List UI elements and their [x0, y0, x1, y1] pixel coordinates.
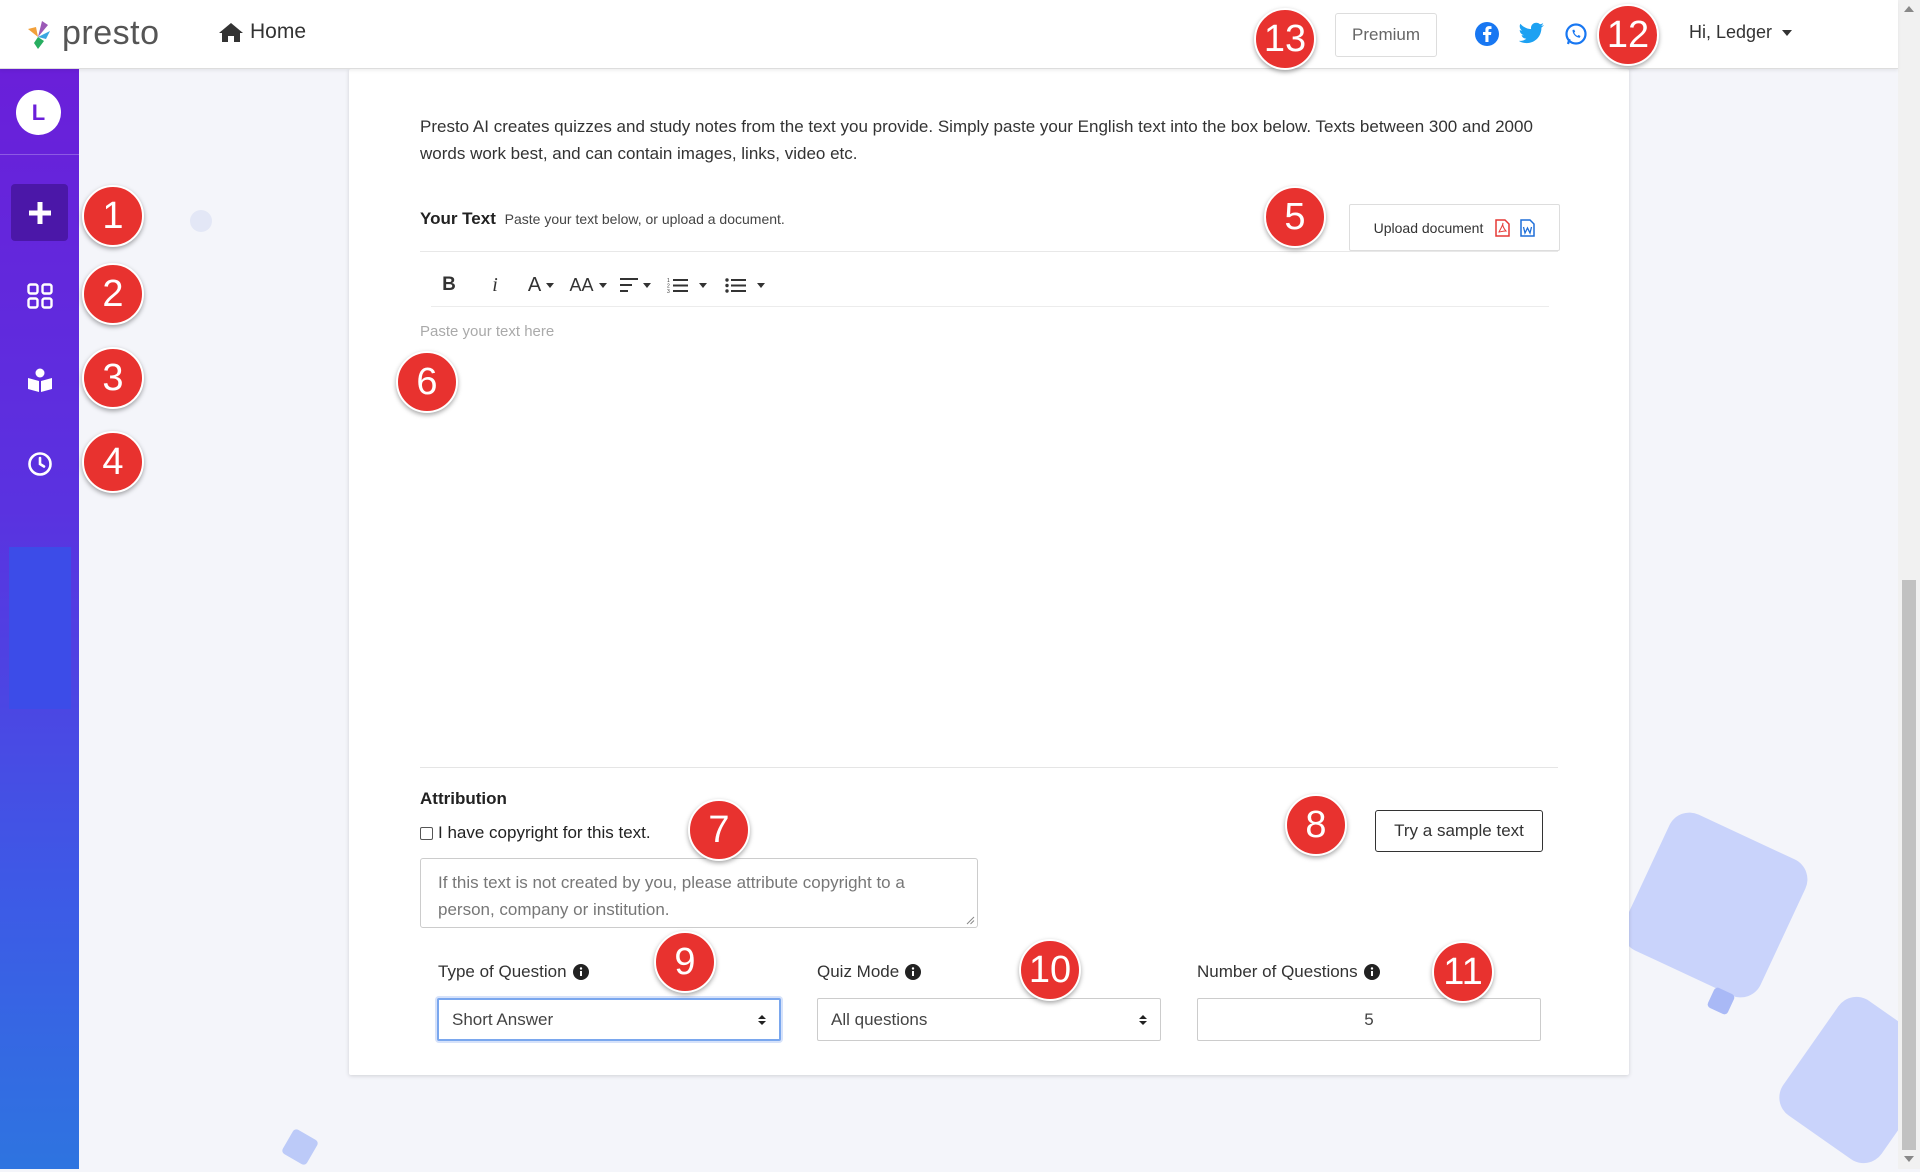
- quiz-mode-label: Quiz Mode: [817, 962, 922, 982]
- bullet-list-button[interactable]: [721, 267, 769, 303]
- quiz-mode-label-text: Quiz Mode: [817, 962, 900, 981]
- your-text-heading: Your Text Paste your text below, or uplo…: [420, 209, 785, 229]
- upload-document-button[interactable]: Upload document: [1349, 204, 1560, 251]
- pdf-file-icon[interactable]: [1495, 218, 1511, 237]
- intro-text: Presto AI creates quizzes and study note…: [420, 117, 1533, 163]
- font-size-button[interactable]: AA: [569, 267, 607, 303]
- book-reader-icon: [27, 368, 52, 392]
- annotation-badge: 2: [82, 263, 144, 325]
- select-arrows-icon: [758, 1014, 766, 1025]
- bold-button[interactable]: B: [431, 267, 467, 303]
- main-card: Presto AI creates quizzes and study note…: [349, 69, 1629, 1075]
- num-questions-label-text: Number of Questions: [1197, 962, 1358, 981]
- question-type-label: Type of Question: [438, 962, 589, 982]
- num-questions-input[interactable]: 5: [1197, 998, 1541, 1041]
- sidebar-item-create[interactable]: [11, 184, 68, 241]
- select-arrows-icon: [1139, 1014, 1147, 1025]
- whatsapp-icon[interactable]: [1564, 22, 1588, 51]
- annotation-badge: 6: [396, 351, 458, 413]
- facebook-icon[interactable]: [1475, 22, 1499, 51]
- word-file-icon[interactable]: [1520, 218, 1536, 237]
- info-icon[interactable]: [572, 964, 589, 980]
- font-size-label: AA: [569, 274, 594, 295]
- quiz-mode-value: All questions: [831, 1009, 928, 1029]
- italic-button[interactable]: i: [477, 267, 513, 303]
- avatar[interactable]: L: [16, 90, 61, 135]
- editor-toolbar: B i A AA 123: [431, 265, 779, 305]
- user-greeting: Hi, Ledger: [1689, 22, 1773, 42]
- info-icon[interactable]: [905, 964, 922, 980]
- annotation-badge: 8: [1285, 794, 1347, 856]
- home-label: Home: [250, 20, 307, 43]
- quiz-mode-select[interactable]: All questions: [817, 998, 1161, 1041]
- editor-bottom-divider: [420, 767, 1558, 768]
- copyright-checkbox-row[interactable]: I have copyright for this text.: [420, 823, 651, 843]
- presto-logo[interactable]: presto: [24, 14, 160, 53]
- copyright-checkbox[interactable]: [420, 826, 433, 840]
- vertical-scrollbar[interactable]: [1898, 0, 1920, 1169]
- editor-placeholder: Paste your text here: [420, 323, 555, 340]
- svg-text:3: 3: [667, 289, 670, 293]
- sidebar-highlight-panel: [9, 547, 71, 709]
- attribution-label: Attribution: [420, 789, 507, 808]
- scroll-thumb[interactable]: [1902, 580, 1916, 1150]
- annotation-badge: 12: [1597, 4, 1659, 66]
- upload-label: Upload document: [1373, 219, 1484, 236]
- presto-logo-icon: [28, 20, 50, 49]
- annotation-badge: 13: [1254, 8, 1316, 70]
- sidebar-item-library[interactable]: [11, 351, 68, 408]
- num-questions-label: Number of Questions: [1197, 962, 1380, 982]
- try-sample-text-button[interactable]: Try a sample text: [1375, 810, 1543, 852]
- question-type-label-text: Type of Question: [438, 962, 567, 981]
- plus-icon: [28, 201, 51, 224]
- annotation-badge: 1: [82, 185, 144, 247]
- bullet-list-icon: [725, 278, 746, 293]
- scroll-up-icon[interactable]: [1904, 6, 1914, 12]
- decorative-shape: [190, 210, 212, 232]
- decorative-shape: [280, 1127, 320, 1167]
- sidebar: L: [0, 69, 79, 1169]
- premium-button[interactable]: Premium: [1335, 13, 1437, 57]
- your-text-label: Your Text: [420, 209, 496, 228]
- home-link[interactable]: Home: [218, 20, 306, 44]
- question-type-value: Short Answer: [452, 1009, 554, 1029]
- text-editor[interactable]: Paste your text here: [420, 323, 1558, 743]
- twitter-icon[interactable]: [1518, 22, 1545, 49]
- editor-divider: [420, 251, 1558, 252]
- ordered-list-button[interactable]: 123: [663, 267, 711, 303]
- annotation-badge: 3: [82, 347, 144, 409]
- question-type-select[interactable]: Short Answer: [437, 998, 781, 1041]
- annotation-badge: 4: [82, 431, 144, 493]
- home-icon: [219, 23, 243, 42]
- chevron-down-icon: [1782, 29, 1793, 36]
- info-icon[interactable]: [1363, 964, 1380, 980]
- font-color-button[interactable]: A: [523, 267, 559, 303]
- decorative-shape: [1615, 805, 1815, 1005]
- annotation-badge: 7: [688, 799, 750, 861]
- scroll-down-icon[interactable]: [1904, 1156, 1914, 1162]
- annotation-badge: 11: [1432, 941, 1494, 1003]
- font-color-label: A: [527, 273, 542, 296]
- clock-icon: [27, 451, 52, 476]
- sidebar-divider: [0, 154, 79, 155]
- your-text-hint: Paste your text below, or upload a docum…: [504, 211, 785, 227]
- user-menu[interactable]: Hi, Ledger: [1689, 22, 1793, 43]
- attribution-textarea[interactable]: If this text is not created by you, plea…: [420, 858, 978, 928]
- align-left-icon: [619, 278, 638, 292]
- logo-text: presto: [62, 14, 160, 52]
- annotation-badge: 5: [1264, 186, 1326, 248]
- num-questions-value: 5: [1364, 1009, 1374, 1029]
- sidebar-item-history[interactable]: [11, 435, 68, 492]
- annotation-badge: 9: [654, 931, 716, 993]
- resize-handle-icon[interactable]: [966, 916, 975, 925]
- attribution-placeholder: If this text is not created by you, plea…: [438, 873, 905, 919]
- grid-icon: [26, 282, 53, 309]
- ordered-list-icon: 123: [667, 278, 688, 293]
- sidebar-item-dashboard[interactable]: [11, 267, 68, 324]
- toolbar-divider: [431, 306, 1549, 307]
- copyright-checkbox-label: I have copyright for this text.: [438, 823, 651, 842]
- align-button[interactable]: [617, 267, 653, 303]
- annotation-badge: 10: [1019, 939, 1081, 1001]
